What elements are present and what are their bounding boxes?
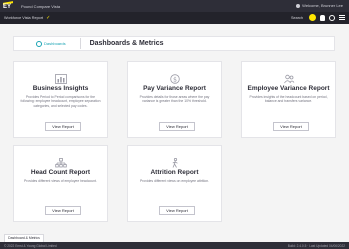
- org-chart-icon: [54, 155, 67, 168]
- view-report-button[interactable]: View Report: [159, 206, 195, 215]
- card-attrition-report: Attrition Report Provides different view…: [127, 145, 222, 222]
- page-title: Dashboards & Metrics: [89, 40, 164, 47]
- card-description: Provides Period to Period comparisons fo…: [20, 95, 101, 108]
- hamburger-menu-icon[interactable]: [339, 15, 345, 20]
- search-label[interactable]: Search: [291, 16, 303, 20]
- view-report-button[interactable]: View Report: [159, 122, 195, 131]
- card-title: Business Insights: [32, 85, 89, 92]
- user-icon: [296, 3, 301, 8]
- breadcrumb[interactable]: Workforce Vista Report: [4, 16, 43, 20]
- people-icon: [283, 71, 295, 84]
- card-head-count-report: Head Count Report Provides different vie…: [13, 145, 108, 222]
- top-bar: EY Pound Compare Vista Welcome, Brunner …: [0, 0, 349, 12]
- copyright-text: © 2022 Ernst & Young Global Limited: [4, 243, 57, 248]
- logo-text: EY: [3, 4, 12, 10]
- back-circle-icon: [36, 40, 42, 47]
- walking-person-icon: [169, 155, 181, 168]
- card-title: Pay Variance Report: [143, 85, 206, 92]
- header-divider: [79, 38, 81, 49]
- back-to-dashboards-link[interactable]: Dashboards: [36, 40, 66, 47]
- ey-logo: EY: [3, 1, 13, 10]
- view-report-button[interactable]: View Report: [45, 206, 81, 215]
- page-header: Dashboards Dashboards & Metrics: [13, 36, 335, 51]
- card-description: Provides details for those areas where t…: [139, 95, 210, 104]
- dollar-icon: $: [169, 71, 181, 84]
- card-description: Provides insights of the headcount based…: [249, 95, 328, 104]
- card-pay-variance-report: $ Pay Variance Report Provides details f…: [127, 61, 222, 138]
- bell-icon[interactable]: [320, 14, 325, 21]
- app-title: Pound Compare Vista: [21, 3, 61, 9]
- checkmark-icon: ✓: [46, 15, 51, 21]
- sub-bar: Workforce Vista Report ✓ Search: [0, 12, 349, 24]
- build-info: Build: 2.4.0.5 · Last Updated 04/06/2022: [287, 243, 345, 248]
- card-business-insights: Business Insights Provides Period to Per…: [13, 61, 108, 138]
- card-description: Provides different views of employee hea…: [24, 179, 97, 183]
- card-title: Attrition Report: [150, 169, 199, 176]
- view-report-button[interactable]: View Report: [45, 122, 81, 131]
- gear-icon[interactable]: [329, 14, 335, 21]
- status-bar: © 2022 Ernst & Young Global Limited Buil…: [0, 242, 349, 249]
- chart-icon: [54, 71, 67, 84]
- tab-dashboard-metrics[interactable]: Dashboard & Metrics: [4, 234, 44, 242]
- svg-text:$: $: [173, 76, 177, 83]
- notification-badge-icon[interactable]: [309, 14, 316, 21]
- user-label: Welcome, Brunner Lee: [302, 3, 343, 8]
- card-employee-variance-report: Employee Variance Report Provides insigh…: [241, 61, 336, 138]
- card-description: Provides different views on employee att…: [139, 179, 210, 183]
- back-label: Dashboards: [44, 41, 66, 46]
- user-menu[interactable]: Welcome, Brunner Lee: [296, 3, 343, 8]
- card-title: Employee Variance Report: [247, 85, 330, 92]
- view-report-button[interactable]: View Report: [273, 122, 309, 131]
- card-title: Head Count Report: [30, 169, 91, 176]
